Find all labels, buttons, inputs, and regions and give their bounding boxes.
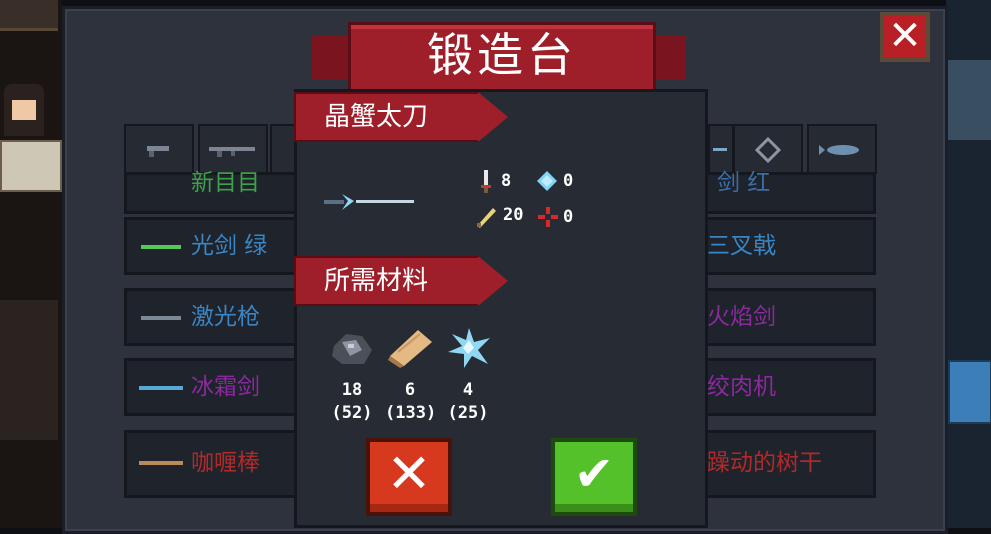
frost-sword-icon [139, 386, 183, 390]
tab-partial-right[interactable] [708, 124, 734, 174]
blade-icon [713, 148, 727, 151]
close-icon: ✕ [888, 13, 922, 59]
check-icon: ✔ [573, 446, 615, 502]
fish-icon [819, 145, 859, 155]
green-lightsaber-icon [141, 245, 181, 249]
laser-gun-icon [141, 316, 181, 320]
title-ribbon-tail-left [312, 36, 352, 80]
weapon-label: 新目目 [191, 170, 260, 196]
tab-diamond[interactable] [733, 124, 803, 174]
material-need: 6 [404, 380, 416, 400]
weapon-label-right: 躁动的树干 [707, 450, 822, 476]
weapon-label: 激光枪 [191, 304, 260, 330]
weapon-name: 晶蟹太刀 [324, 102, 429, 132]
weapon-label-right: 绞肉机 [707, 374, 776, 400]
crab-katana-icon [324, 194, 414, 210]
material-ore-amount: 18 (52) [327, 380, 377, 423]
energy-value: 0 [563, 171, 574, 191]
damage-icon [481, 170, 491, 193]
wood-icon [388, 330, 432, 368]
material-have: (133) [385, 403, 437, 423]
weapon-label-right: 三叉戟 [707, 233, 776, 259]
crystal-icon [448, 328, 490, 368]
tab-pistol[interactable] [124, 124, 194, 174]
weapon-label: 冰霜剑 [191, 374, 260, 400]
materials-title: 所需材料 [324, 266, 429, 296]
cancel-button[interactable]: ✕ [366, 438, 452, 516]
cancel-icon: ✕ [386, 442, 432, 505]
weapon-label: 光剑 绿 [191, 233, 268, 259]
material-crystal-amount: 4 (25) [443, 380, 493, 423]
weapon-label: 咖喱棒 [191, 450, 260, 476]
pistol-icon [147, 146, 169, 157]
material-have: (25) [447, 403, 489, 423]
damage-value: 8 [501, 171, 512, 191]
material-wood-amount: 6 (133) [385, 380, 437, 423]
weapon-name-ribbon: 晶蟹太刀 [294, 92, 508, 142]
material-have: (52) [331, 403, 373, 423]
diamond-icon [754, 136, 782, 164]
close-button[interactable]: ✕ [880, 12, 930, 62]
rifle-icon [209, 147, 255, 157]
material-need: 4 [462, 380, 474, 400]
precision-icon [538, 207, 558, 227]
crit-icon [477, 208, 496, 228]
confirm-button[interactable]: ✔ [551, 438, 637, 516]
tab-rifle[interactable] [198, 124, 268, 174]
curry-stick-icon [139, 461, 183, 465]
weapon-label-right: 剑 红 [717, 170, 771, 196]
crit-value: 20 [503, 205, 524, 225]
materials-ribbon: 所需材料 [294, 256, 508, 306]
background-room-right [946, 0, 991, 528]
background-room-left [0, 0, 62, 528]
energy-icon [537, 171, 557, 191]
ore-icon [332, 334, 372, 364]
material-need: 18 [341, 380, 363, 400]
precision-value: 0 [563, 207, 574, 227]
tab-fish[interactable] [807, 124, 877, 174]
weapon-label-right: 火焰剑 [707, 304, 776, 330]
forge-dialog [294, 89, 708, 528]
forge-title: 锻造台 [427, 28, 577, 82]
